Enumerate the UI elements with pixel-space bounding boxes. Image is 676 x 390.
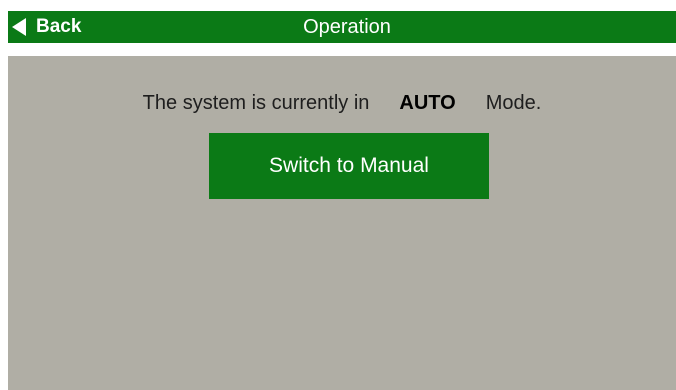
status-suffix: Mode. — [485, 92, 542, 114]
status-mode: AUTO — [399, 92, 456, 114]
header-bar: Back Operation — [8, 11, 676, 43]
page-title-text: Operation — [303, 16, 391, 38]
status-prefix: The system is currently in — [142, 92, 370, 114]
content-panel: The system is currently in AUTO Mode. Swit… — [8, 56, 676, 390]
switch-to-manual-button[interactable]: Switch to Manual — [209, 133, 489, 199]
status-message: The system is currently in AUTO Mode. — [8, 92, 676, 115]
page-title: Operation — [8, 11, 676, 43]
